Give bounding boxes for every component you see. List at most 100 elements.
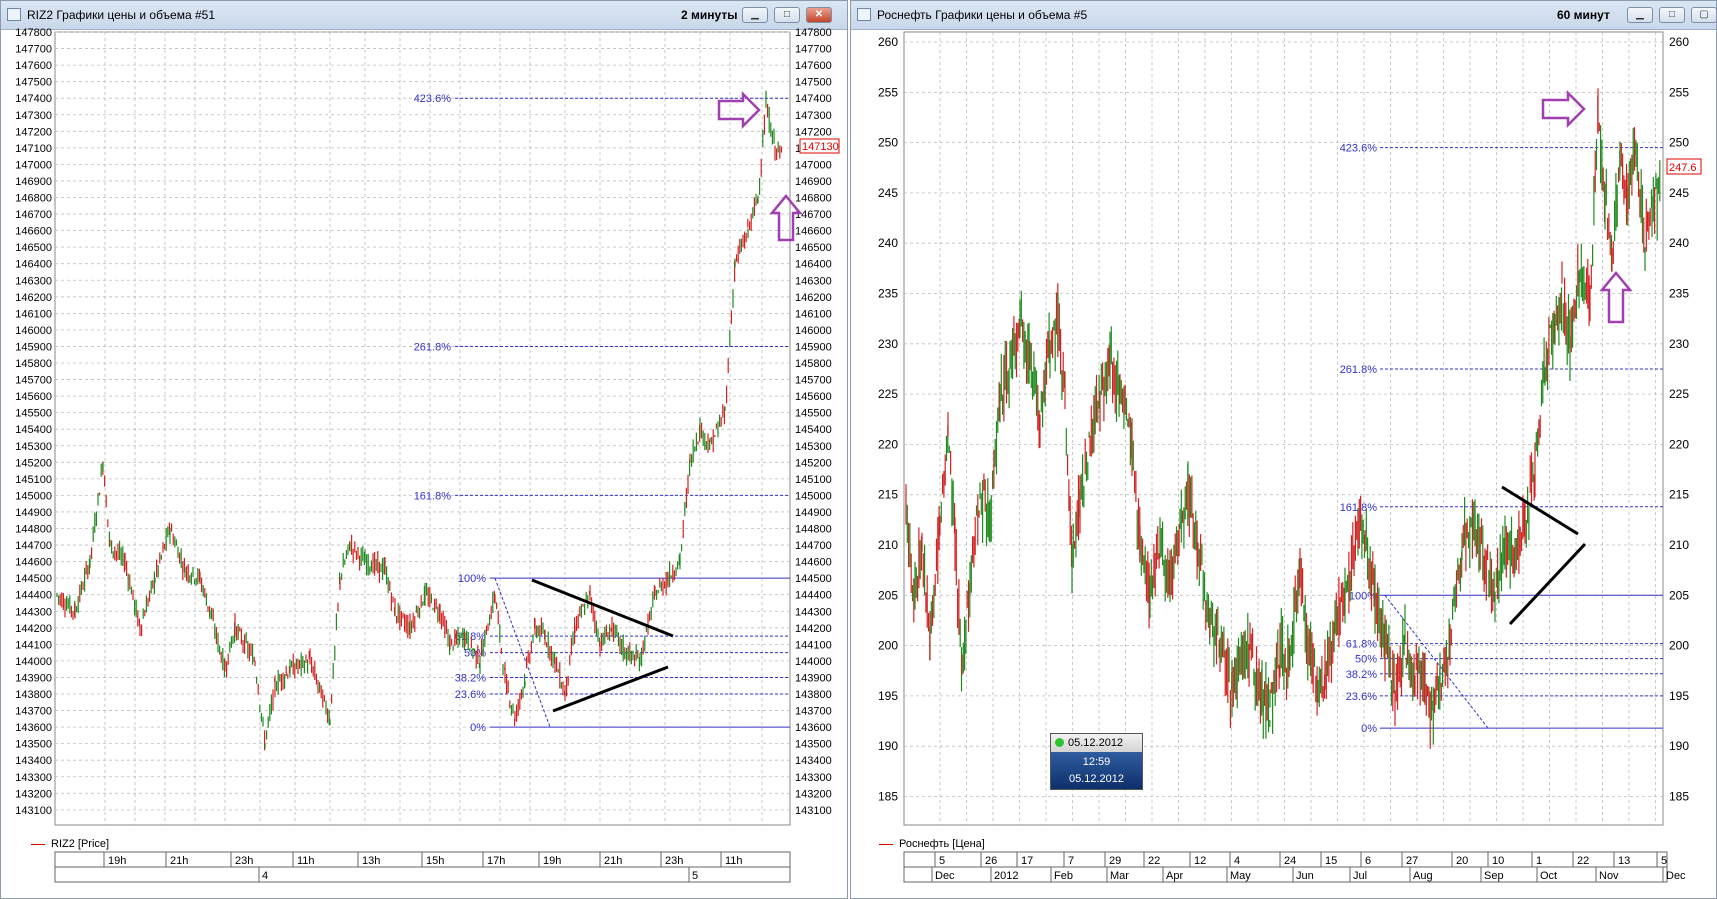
left-price-tick-right: 143300: [795, 772, 832, 784]
right-price-tick-left: 200: [878, 639, 898, 653]
left-price-tick-left: 146000: [15, 325, 52, 337]
left-price-tick-left: 147000: [15, 159, 52, 171]
right-current-price: 247.6: [1669, 162, 1697, 174]
left-price-tick-right: 144900: [795, 507, 832, 519]
right-price-tick-right: 245: [1669, 186, 1689, 200]
left-price-tick-right: 145000: [795, 490, 832, 502]
left-price-tick-right: 145800: [795, 358, 832, 370]
crosshair-tooltip: 05.12.2012 12:59 05.12.2012: [1050, 733, 1143, 790]
left-fib-label: 423.6%: [414, 93, 452, 105]
right-day-tick: 5: [1661, 855, 1667, 867]
left-price-tick-right: 146200: [795, 292, 832, 304]
right-day-tick: 22: [1148, 855, 1160, 867]
left-time-tick: 17h: [487, 855, 505, 867]
right-price-tick-left: 220: [878, 437, 898, 451]
left-price-tick-right: 144800: [795, 524, 832, 536]
right-day-tick: 7: [1068, 855, 1074, 867]
right-month-tick: Mar: [1110, 870, 1129, 882]
left-price-tick-left: 147400: [15, 93, 52, 105]
left-price-tick-left: 144400: [15, 590, 52, 602]
left-price-tick-right: 146300: [795, 275, 832, 287]
left-price-tick-right: 144200: [795, 623, 832, 635]
left-price-tick-right: 143800: [795, 689, 832, 701]
left-price-tick-left: 143700: [15, 706, 52, 718]
left-time-tick: 23h: [665, 855, 683, 867]
left-price-tick-left: 145900: [15, 341, 52, 353]
right-month-tick: Oct: [1540, 870, 1557, 882]
right-price-tick-left: 235: [878, 287, 898, 301]
left-price-tick-right: 143600: [795, 722, 832, 734]
left-price-tick-left: 146600: [15, 226, 52, 238]
right-price-tick-left: 260: [878, 35, 898, 49]
left-price-tick-left: 146500: [15, 242, 52, 254]
left-price-tick-right: 146000: [795, 325, 832, 337]
left-time-tick: 21h: [170, 855, 188, 867]
right-month-tick: Feb: [1054, 870, 1073, 882]
right-day-tick: 17: [1021, 855, 1033, 867]
right-price-tick-left: 195: [878, 689, 898, 703]
left-price-tick-right: 144300: [795, 606, 832, 618]
left-price-tick-left: 145600: [15, 391, 52, 403]
left-price-tick-left: 145400: [15, 424, 52, 436]
left-price-tick-left: 147200: [15, 126, 52, 138]
left-price-tick-left: 147100: [15, 143, 52, 155]
left-price-tick-right: 145200: [795, 457, 832, 469]
right-day-tick: 24: [1284, 855, 1296, 867]
left-price-tick-right: 147600: [795, 60, 832, 72]
right-price-tick-left: 185: [878, 790, 898, 804]
left-price-tick-right: 145400: [795, 424, 832, 436]
right-month-tick: Dec: [1666, 870, 1686, 882]
left-fib-label: 261.8%: [414, 341, 452, 353]
left-price-tick-right: 143500: [795, 739, 832, 751]
right-day-tick: 13: [1618, 855, 1630, 867]
left-price-tick-left: 144300: [15, 606, 52, 618]
left-price-tick-left: 146100: [15, 308, 52, 320]
right-fib-label: 38.2%: [1346, 669, 1377, 681]
left-price-tick-right: 145600: [795, 391, 832, 403]
right-month-tick: May: [1230, 870, 1251, 882]
left-price-tick-right: 144100: [795, 639, 832, 651]
tooltip-body: 12:59 05.12.2012: [1051, 752, 1142, 789]
left-price-tick-left: 143300: [15, 772, 52, 784]
right-price-tick-right: 235: [1669, 287, 1689, 301]
tooltip-date: 05.12.2012: [1068, 737, 1124, 749]
right-price-tick-right: 225: [1669, 387, 1689, 401]
price-charts-canvas[interactable]: 147800 147800147700 147700147600 1476001475…: [0, 0, 1717, 899]
left-price-tick-left: 146700: [15, 209, 52, 221]
left-price-tick-right: 146700: [795, 209, 832, 221]
left-fib-label: 23.6%: [455, 689, 486, 701]
right-price-tick-left: 250: [878, 136, 898, 150]
left-price-tick-left: 144900: [15, 507, 52, 519]
left-time-tick: 15h: [426, 855, 444, 867]
left-price-tick-right: 146400: [795, 259, 832, 271]
right-price-tick-right: 250: [1669, 136, 1689, 150]
left-price-tick-left: 143600: [15, 722, 52, 734]
left-price-tick-right: 147000: [795, 159, 832, 171]
right-price-tick-left: 215: [878, 488, 898, 502]
left-price-tick-left: 145000: [15, 490, 52, 502]
right-price-tick-right: 205: [1669, 588, 1689, 602]
right-price-tick-left: 240: [878, 236, 898, 250]
left-price-tick-right: 147500: [795, 77, 832, 89]
right-price-tick-right: 200: [1669, 639, 1689, 653]
left-price-tick-left: 147300: [15, 110, 52, 122]
right-day-tick: 10: [1492, 855, 1504, 867]
left-price-tick-right: 146900: [795, 176, 832, 188]
right-price-tick-right: 215: [1669, 488, 1689, 502]
right-day-tick: 12: [1194, 855, 1206, 867]
left-price-tick-left: 144100: [15, 639, 52, 651]
left-time-tick: 19h: [108, 855, 126, 867]
left-time-tick: 11h: [297, 855, 315, 867]
left-time-tick: 11h: [725, 855, 743, 867]
right-month-tick: Nov: [1599, 870, 1619, 882]
left-date-tick: 4: [262, 870, 268, 882]
right-price-tick-right: 190: [1669, 739, 1689, 753]
right-fib-label: 100%: [1349, 590, 1377, 602]
left-price-tick-right: 147700: [795, 44, 832, 56]
left-price-tick-left: 144800: [15, 524, 52, 536]
right-price-tick-left: 245: [878, 186, 898, 200]
right-month-tick: 2012: [994, 870, 1018, 882]
left-fib-label: 0%: [470, 722, 486, 734]
right-price-tick-left: 190: [878, 739, 898, 753]
left-price-tick-right: 144700: [795, 540, 832, 552]
